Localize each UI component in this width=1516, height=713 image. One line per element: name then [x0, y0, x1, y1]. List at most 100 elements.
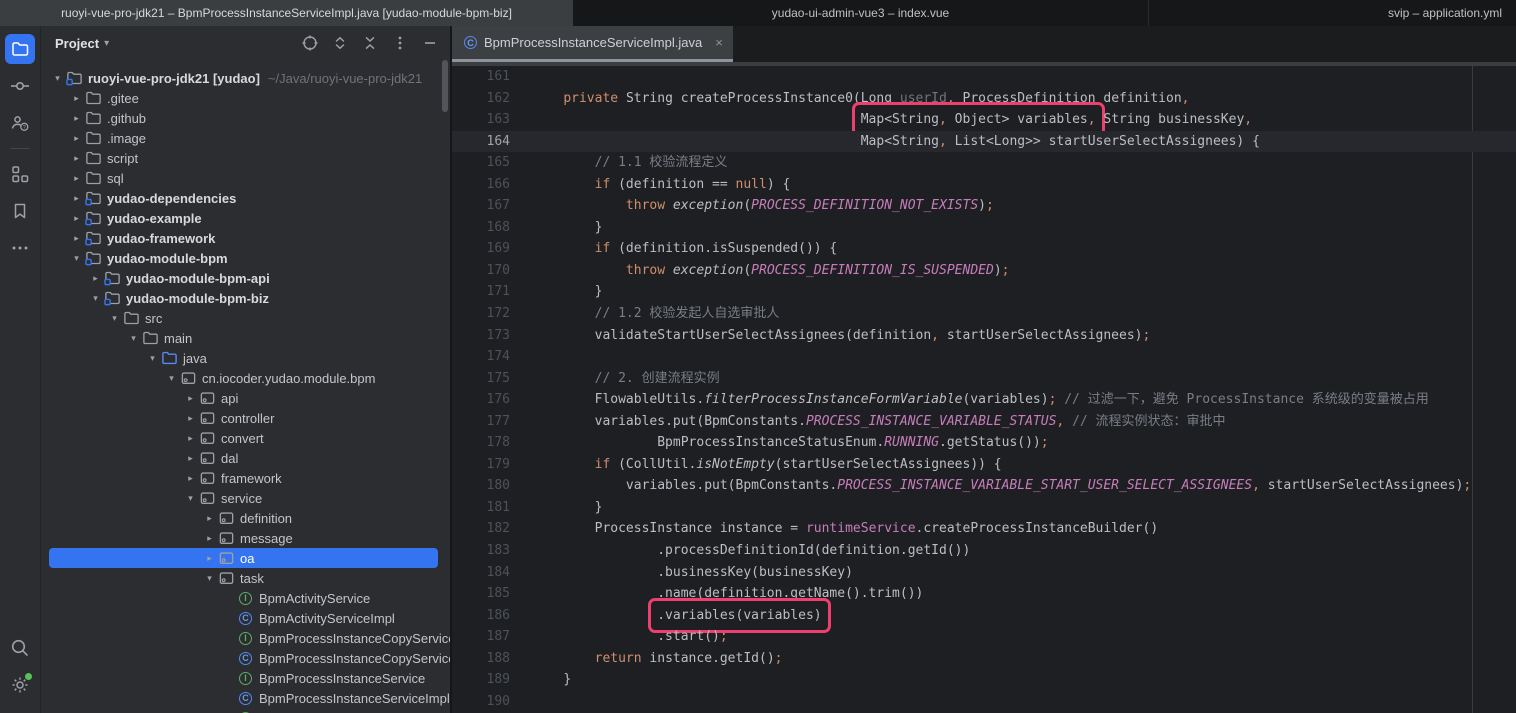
line-number[interactable]: 177 — [452, 411, 510, 433]
line-number[interactable]: 188 — [452, 648, 510, 670]
options-icon[interactable] — [390, 33, 410, 53]
code-line-175[interactable]: 175 // 2. 创建流程实例 — [452, 368, 1516, 390]
code-line-182[interactable]: 182 ProcessInstance instance = runtimeSe… — [452, 518, 1516, 540]
chevron-right-icon[interactable]: ▸ — [182, 453, 199, 464]
code-line-185[interactable]: 185 .name(definition.getName().trim()) — [452, 583, 1516, 605]
collapse-all-icon[interactable] — [360, 33, 380, 53]
code-line-172[interactable]: 172 // 1.2 校验发起人自选审批人 — [452, 303, 1516, 325]
hide-icon[interactable] — [420, 33, 440, 53]
code-line-168[interactable]: 168 } — [452, 217, 1516, 239]
line-number[interactable]: 171 — [452, 281, 510, 303]
toolstrip-commit-button[interactable] — [5, 71, 35, 101]
project-panel-title[interactable]: Project — [55, 36, 99, 51]
tree-item-dal[interactable]: ▸dal — [41, 448, 450, 468]
expand-all-icon[interactable] — [330, 33, 350, 53]
code-line-183[interactable]: 183 .processDefinitionId(definition.getI… — [452, 540, 1516, 562]
tree-item-main[interactable]: ▾main — [41, 328, 450, 348]
chevron-right-icon[interactable]: ▸ — [182, 393, 199, 404]
line-number[interactable]: 185 — [452, 583, 510, 605]
chevron-right-icon[interactable]: ▸ — [68, 133, 85, 144]
tree-item-convert[interactable]: ▸convert — [41, 428, 450, 448]
code-line-189[interactable]: 189 } — [452, 669, 1516, 691]
line-number[interactable]: 189 — [452, 669, 510, 691]
chevron-down-icon[interactable]: ▾ — [106, 313, 123, 324]
line-number[interactable]: 172 — [452, 303, 510, 325]
chevron-right-icon[interactable]: ▸ — [68, 113, 85, 124]
toolstrip-more-tool-windows-button[interactable] — [5, 233, 35, 263]
tree-item-BpmActivityService[interactable]: IBpmActivityService — [41, 588, 450, 608]
code-line-166[interactable]: 166 if (definition == null) { — [452, 174, 1516, 196]
code-line-171[interactable]: 171 } — [452, 281, 1516, 303]
tree-item-src[interactable]: ▾src — [41, 308, 450, 328]
line-number[interactable]: 162 — [452, 88, 510, 110]
code-line-186[interactable]: 186 .variables(variables) — [452, 605, 1516, 627]
tree-item-message[interactable]: ▸message — [41, 528, 450, 548]
code-line-184[interactable]: 184 .businessKey(businessKey) — [452, 562, 1516, 584]
line-number[interactable]: 173 — [452, 325, 510, 347]
code-line-179[interactable]: 179 if (CollUtil.isNotEmpty(startUserSel… — [452, 454, 1516, 476]
titlebar-window-1[interactable]: ruoyi-vue-pro-jdk21 – BpmProcessInstance… — [0, 0, 573, 26]
line-number[interactable]: 176 — [452, 389, 510, 411]
tree-item-controller[interactable]: ▸controller — [41, 408, 450, 428]
tree-item-BpmProcessInstanceServiceImpl[interactable]: CBpmProcessInstanceServiceImpl — [41, 688, 450, 708]
chevron-down-icon[interactable]: ▾ — [125, 333, 142, 344]
tree-item-BpmProcessInstanceCopyServiceImpl[interactable]: CBpmProcessInstanceCopyServiceImpl — [41, 648, 450, 668]
locate-icon[interactable] — [300, 33, 320, 53]
line-number[interactable]: 184 — [452, 562, 510, 584]
line-number[interactable]: 163 — [452, 109, 510, 131]
code-line-181[interactable]: 181 } — [452, 497, 1516, 519]
chevron-down-icon[interactable]: ▾ — [49, 73, 66, 84]
tree-item-yudao-module-bpm[interactable]: ▾yudao-module-bpm — [41, 248, 450, 268]
code-line-178[interactable]: 178 BpmProcessInstanceStatusEnum.RUNNING… — [452, 432, 1516, 454]
chevron-down-icon[interactable]: ▾ — [163, 373, 180, 384]
line-number[interactable]: 178 — [452, 432, 510, 454]
tree-item-task[interactable]: ▾task — [41, 568, 450, 588]
line-number[interactable]: 167 — [452, 195, 510, 217]
toolstrip-project-button[interactable] — [5, 34, 35, 64]
titlebar-window-2[interactable]: yudao-ui-admin-vue3 – index.vue — [573, 0, 1149, 26]
tree-item-oa[interactable]: ▸oa — [41, 548, 450, 568]
chevron-down-icon[interactable]: ▾ — [182, 493, 199, 504]
tree-item-BpmActivityServiceImpl[interactable]: CBpmActivityServiceImpl — [41, 608, 450, 628]
code-line-161[interactable]: 161 — [452, 66, 1516, 88]
tree-item-cn.iocoder.yudao.module.bpm[interactable]: ▾cn.iocoder.yudao.module.bpm — [41, 368, 450, 388]
code-line-164[interactable]: 164 Map<String, List<Long>> startUserSel… — [452, 131, 1516, 153]
line-number[interactable]: 190 — [452, 691, 510, 713]
toolstrip-search-everywhere-button[interactable] — [5, 633, 35, 663]
tree-item-BpmProcessInstanceCopyService[interactable]: IBpmProcessInstanceCopyService — [41, 628, 450, 648]
close-icon[interactable]: × — [715, 35, 723, 50]
tree-item-yudao-example[interactable]: ▸yudao-example — [41, 208, 450, 228]
tree-item-.gitee[interactable]: ▸.gitee — [41, 88, 450, 108]
line-number[interactable]: 183 — [452, 540, 510, 562]
toolstrip-bookmarks-button[interactable] — [5, 196, 35, 226]
chevron-right-icon[interactable]: ▸ — [68, 213, 85, 224]
chevron-right-icon[interactable]: ▸ — [68, 153, 85, 164]
chevron-down-icon[interactable]: ▾ — [87, 293, 104, 304]
chevron-right-icon[interactable]: ▸ — [182, 433, 199, 444]
line-number[interactable]: 179 — [452, 454, 510, 476]
code-editor[interactable]: 161162 private String createProcessInsta… — [452, 66, 1516, 713]
chevron-right-icon[interactable]: ▸ — [87, 273, 104, 284]
code-line-163[interactable]: 163 Map<String, Object> variables, Strin… — [452, 109, 1516, 131]
code-line-180[interactable]: 180 variables.put(BpmConstants.PROCESS_I… — [452, 475, 1516, 497]
line-number[interactable]: 169 — [452, 238, 510, 260]
chevron-right-icon[interactable]: ▸ — [182, 473, 199, 484]
tree-item-framework[interactable]: ▸framework — [41, 468, 450, 488]
line-number[interactable]: 161 — [452, 66, 510, 88]
chevron-down-icon[interactable]: ▾ — [201, 573, 218, 584]
code-line-169[interactable]: 169 if (definition.isSuspended()) { — [452, 238, 1516, 260]
tree-item-.image[interactable]: ▸.image — [41, 128, 450, 148]
chevron-right-icon[interactable]: ▸ — [68, 193, 85, 204]
line-number[interactable]: 186 — [452, 605, 510, 627]
line-number[interactable]: 165 — [452, 152, 510, 174]
code-line-177[interactable]: 177 variables.put(BpmConstants.PROCESS_I… — [452, 411, 1516, 433]
line-number[interactable]: 170 — [452, 260, 510, 282]
toolstrip-settings-button[interactable] — [5, 670, 35, 700]
code-line-190[interactable]: 190 — [452, 691, 1516, 713]
tree-item-yudao-framework[interactable]: ▸yudao-framework — [41, 228, 450, 248]
tree-item-BpmProcessInstanceService[interactable]: IBpmProcessInstanceService — [41, 668, 450, 688]
tree-item-yudao-dependencies[interactable]: ▸yudao-dependencies — [41, 188, 450, 208]
tree-item-sql[interactable]: ▸sql — [41, 168, 450, 188]
code-line-167[interactable]: 167 throw exception(PROCESS_DEFINITION_N… — [452, 195, 1516, 217]
chevron-right-icon[interactable]: ▸ — [68, 173, 85, 184]
